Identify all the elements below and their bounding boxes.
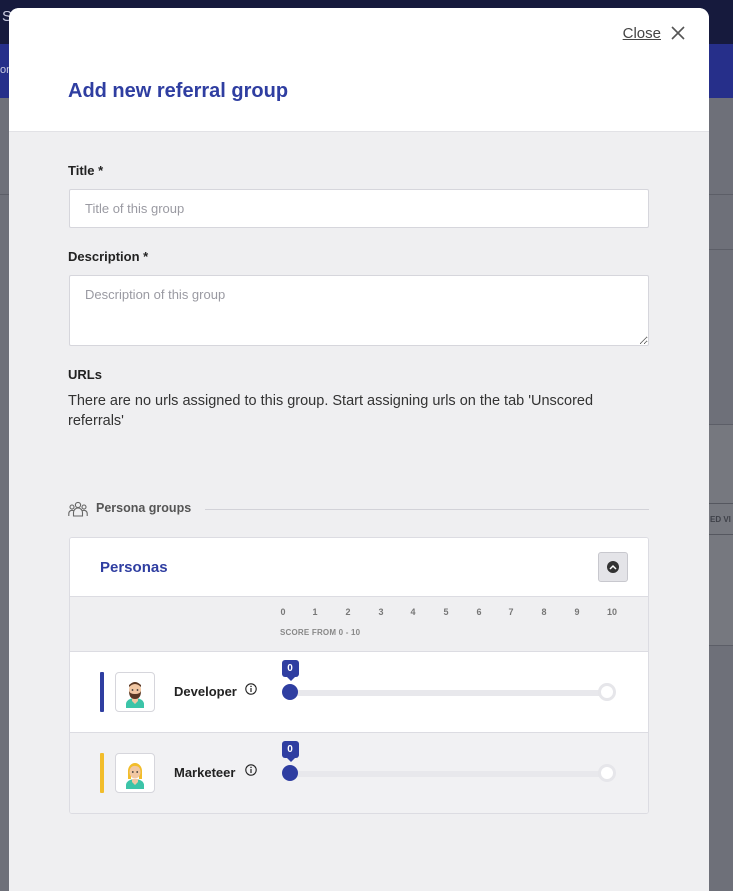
info-icon[interactable] xyxy=(245,683,257,695)
score-tick: 2 xyxy=(345,607,351,617)
background-divider xyxy=(709,249,733,250)
collapse-button[interactable] xyxy=(598,552,628,582)
background-chip: ED VI xyxy=(705,503,733,535)
score-tick: 8 xyxy=(541,607,547,617)
score-tick: 10 xyxy=(606,607,617,617)
score-tick: 3 xyxy=(378,607,384,617)
persona-name: Developer xyxy=(174,684,237,699)
score-tick: 9 xyxy=(574,607,580,617)
urls-empty-message: There are no urls assigned to this group… xyxy=(68,393,594,429)
urls-label: URLs xyxy=(68,367,102,382)
persona-color-bar xyxy=(100,753,104,793)
description-textarea[interactable] xyxy=(69,275,649,346)
close-button[interactable]: Close xyxy=(623,25,661,42)
score-tick: 5 xyxy=(443,607,449,617)
score-slider-track[interactable] xyxy=(290,771,608,777)
persona-row-developer: Developer 0 xyxy=(70,652,648,733)
title-label: Title * xyxy=(68,163,104,178)
marketeer-avatar-icon xyxy=(115,753,155,793)
score-value-badge: 0 xyxy=(281,741,299,762)
section-divider xyxy=(205,509,649,510)
info-icon[interactable] xyxy=(245,764,257,776)
background-divider xyxy=(709,194,733,195)
persona-row-marketeer: Marketeer 0 xyxy=(70,733,648,813)
score-slider-end xyxy=(598,683,616,701)
modal-header: Close Add new referral group xyxy=(9,8,709,132)
modal-title: Add new referral group xyxy=(68,80,289,102)
personas-panel-header: Personas xyxy=(70,538,648,597)
score-value-badge: 0 xyxy=(281,660,299,681)
score-tick: 6 xyxy=(476,607,482,617)
score-scale: 0 1 2 3 4 5 6 7 8 9 10 SCORE FROM 0 - 10 xyxy=(70,597,648,652)
score-tick: 0 xyxy=(280,607,286,617)
chevron-up-icon xyxy=(607,561,619,573)
description-label: Description * xyxy=(68,249,149,264)
persona-color-bar xyxy=(100,672,104,712)
persona-groups-header: Persona groups xyxy=(68,500,649,520)
close-icon[interactable] xyxy=(671,26,685,40)
score-tick: 4 xyxy=(410,607,416,617)
persona-name: Marketeer xyxy=(174,765,236,780)
referral-group-modal: Close Add new referral group Title * Des… xyxy=(9,8,709,891)
score-slider-handle[interactable] xyxy=(282,765,298,781)
score-slider-track[interactable] xyxy=(290,690,608,696)
score-slider-handle[interactable] xyxy=(282,684,298,700)
score-slider-end xyxy=(598,764,616,782)
score-tick: 1 xyxy=(312,607,318,617)
background-card xyxy=(709,424,733,646)
title-input[interactable] xyxy=(69,189,649,228)
persona-groups-label: Persona groups xyxy=(96,501,192,515)
people-group-icon xyxy=(68,501,88,517)
personas-panel-title: Personas xyxy=(100,559,168,576)
personas-panel: Personas 0 1 2 3 4 5 6 7 8 9 10 SCORE FR… xyxy=(69,537,649,814)
score-tick: 7 xyxy=(508,607,514,617)
score-scale-caption: SCORE FROM 0 - 10 xyxy=(280,628,361,637)
developer-avatar-icon xyxy=(115,672,155,712)
